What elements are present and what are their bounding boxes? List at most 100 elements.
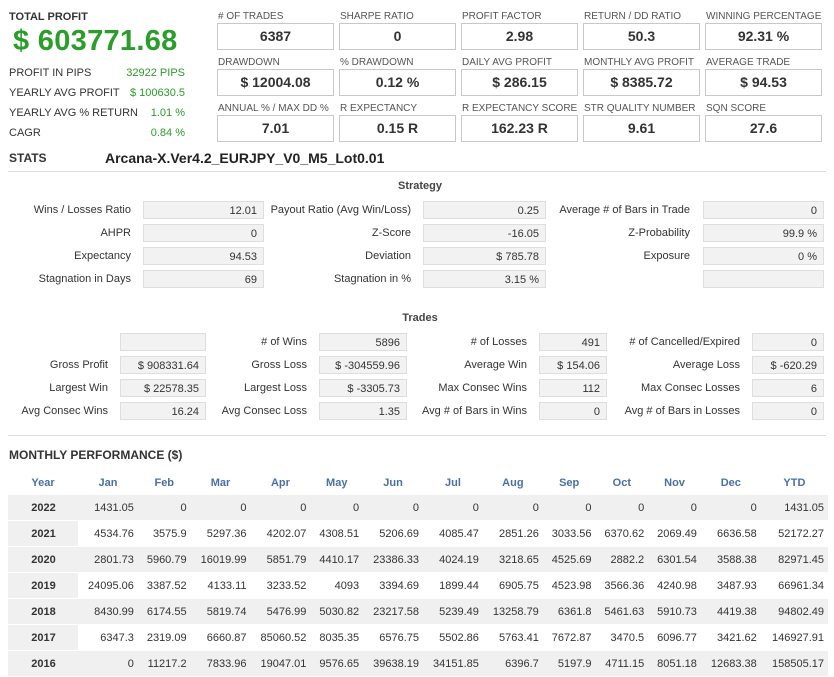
metric-value: $ 8385.72 [583, 69, 700, 96]
month-cell: 0 [363, 495, 423, 521]
month-cell: 6636.58 [700, 520, 761, 547]
total-profit-label: TOTAL PROFIT [9, 11, 88, 23]
month-cell: 4523.98 [542, 572, 596, 599]
stat-value: 0.25 [423, 201, 546, 219]
stat-label: Exposure [643, 250, 690, 262]
month-cell: 5960.79 [137, 546, 191, 573]
trade-label: Avg # of Bars in Wins [422, 405, 527, 417]
strategy-title: Strategy [397, 180, 443, 192]
yearly-avg-return-row: YEARLY AVG % RETURN 1.01 % [9, 107, 185, 125]
monthly-performance-title: MONTHLY PERFORMANCE ($) [9, 448, 183, 462]
month-cell: 5461.63 [595, 598, 649, 625]
month-cell: 3233.52 [250, 572, 311, 599]
trade-value: 1.35 [319, 402, 407, 420]
month-cell: 6347.3 [78, 624, 138, 651]
table-row: 2022 1431.05 0 0 0 0 0 0 0 0 0 0 0 1431.05 [8, 495, 828, 521]
month-cell: 85060.52 [250, 624, 311, 651]
stat-value: 3.15 % [423, 270, 546, 288]
month-cell: 0 [137, 495, 191, 521]
trade-value: $ 22578.35 [120, 379, 206, 397]
month-cell: 3421.62 [700, 624, 761, 651]
metric-label: R EXPECTANCY [340, 103, 418, 114]
metric-label: DRAWDOWN [218, 57, 280, 68]
column-header: Jul [445, 476, 461, 489]
metric-value: 0.12 % [339, 69, 456, 96]
month-cell: 4085.47 [423, 520, 483, 547]
trade-label: Avg Consec Wins [21, 405, 108, 417]
summary-label: YEARLY AVG PROFIT [9, 87, 120, 99]
trade-value: 0 [539, 402, 607, 420]
metric-value: 0 [339, 23, 456, 50]
metric-drawdown: DRAWDOWN $ 12004.08 [217, 57, 334, 99]
stat-label: Wins / Losses Ratio [33, 204, 131, 216]
month-cell: 5502.86 [423, 624, 483, 651]
month-cell: 2801.73 [78, 546, 138, 573]
trade-value: 16.24 [120, 402, 206, 420]
stat-value: 12.01 [143, 201, 264, 219]
metric-value: 9.61 [583, 115, 700, 142]
metric-value: 2.98 [461, 23, 578, 50]
month-cell: 0 [190, 495, 251, 521]
metric-label: ANNUAL % / MAX DD % [218, 103, 329, 114]
trade-label: Max Consec Losses [640, 382, 740, 394]
year-cell: 2016 [8, 650, 78, 677]
month-cell: 0 [250, 495, 311, 521]
month-cell: 16019.99 [190, 546, 251, 573]
month-cell: 5476.99 [250, 598, 311, 625]
stat-label: Z-Score [371, 227, 411, 239]
month-cell: 3387.52 [137, 572, 191, 599]
trade-value: 5896 [319, 333, 407, 351]
month-cell: 6361.8 [542, 598, 596, 625]
cagr-row: CAGR 0.84 % [9, 127, 185, 145]
column-header: Jun [383, 476, 403, 489]
table-row: 2020 2801.73 5960.79 16019.99 5851.79 4410.17… [8, 546, 828, 573]
month-cell: 5819.74 [190, 598, 251, 625]
monthly-performance-table: Year Jan Feb Mar Apr May Jun Jul Aug Sep… [8, 470, 828, 677]
month-cell: 7833.96 [190, 650, 251, 677]
year-cell: 2022 [8, 495, 78, 521]
metric-daily-avg: DAILY AVG PROFIT $ 286.15 [461, 57, 578, 99]
metric-label: # OF TRADES [218, 11, 284, 22]
profit-in-pips-row: PROFIT IN PIPS 32922 PIPS [9, 67, 185, 85]
metric-winning-pct: WINNING PERCENTAGE 92.31 % [705, 11, 822, 53]
metric-profit-factor: PROFIT FACTOR 2.98 [461, 11, 578, 53]
month-cell: 34151.85 [423, 650, 483, 677]
month-cell: 4202.07 [250, 520, 311, 547]
stats-label: STATS [9, 151, 47, 165]
column-header: Apr [270, 476, 290, 489]
month-cell: 23386.33 [363, 546, 423, 573]
divider [8, 435, 826, 436]
summary-label: YEARLY AVG % RETURN [9, 107, 138, 119]
month-cell: 4133.11 [190, 572, 251, 599]
stat-value: -16.05 [423, 224, 546, 242]
ytd-cell: 1431.05 [760, 495, 828, 521]
ytd-cell: 158505.17 [760, 650, 828, 677]
ytd-cell: 94802.49 [760, 598, 828, 625]
month-cell: 3575.9 [137, 520, 191, 547]
month-cell: 13258.79 [482, 598, 543, 625]
month-cell: 0 [78, 650, 138, 677]
column-header: Dec [720, 476, 741, 489]
metric-label: PROFIT FACTOR [462, 11, 542, 22]
month-cell: 0 [310, 495, 364, 521]
month-cell: 24095.06 [78, 572, 138, 599]
summary-label: CAGR [9, 127, 41, 139]
month-cell: 3218.65 [482, 546, 543, 573]
metric-monthly-avg: MONTHLY AVG PROFIT $ 8385.72 [583, 57, 700, 99]
metric-label: AVERAGE TRADE [706, 57, 791, 68]
month-cell: 39638.19 [363, 650, 423, 677]
month-cell: 4024.19 [423, 546, 483, 573]
metric-label: STR QUALITY NUMBER [584, 103, 696, 114]
trade-label: Average Loss [672, 359, 740, 371]
metric-value: $ 94.53 [705, 69, 822, 96]
month-cell: 4534.76 [78, 520, 138, 547]
trade-value: 0 [752, 402, 824, 420]
month-cell: 3487.93 [700, 572, 761, 599]
ytd-cell: 66961.34 [760, 572, 828, 599]
month-cell: 0 [542, 495, 596, 521]
stat-value: 94.53 [143, 247, 264, 265]
month-cell: 19047.01 [250, 650, 311, 677]
metric-label: MONTHLY AVG PROFIT [584, 57, 695, 68]
metric-value: 27.6 [705, 115, 822, 142]
stat-value: 0 [143, 224, 264, 242]
